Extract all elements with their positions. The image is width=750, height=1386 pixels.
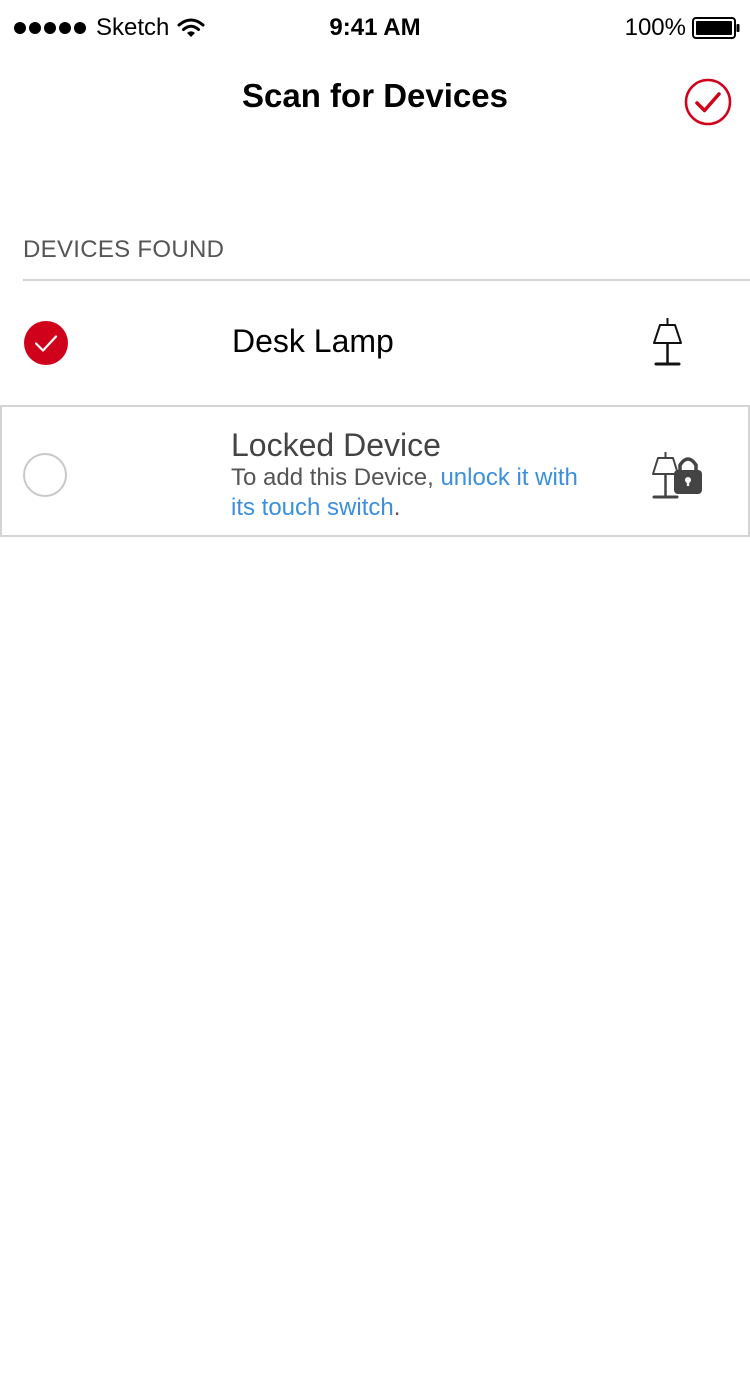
unlock-hint: To add this Device, unlock it with its t… [231,463,591,523]
unlock-hint-prefix: To add this Device, [231,464,441,491]
lamp-lock-icon [648,451,708,503]
battery-percentage: 100% [624,14,686,41]
battery-icon [692,17,740,39]
checkmark-icon [34,335,58,352]
unselected-checkbox[interactable] [23,453,67,497]
device-row-locked-device[interactable]: Locked Device To add this Device, unlock… [0,405,750,537]
unlock-hint-suffix: . [393,494,401,521]
page-title: Scan for Devices [242,77,508,114]
device-name: Locked Device [231,427,441,463]
status-bar: Sketch 9:41 AM 100% [0,0,750,56]
selected-checkbox[interactable] [24,321,68,365]
navigation-bar: Scan for Devices [0,56,750,140]
done-button[interactable] [684,78,732,126]
section-header: DEVICES FOUND [23,236,225,263]
lamp-icon [648,317,688,369]
status-bar-right: 100% [625,14,740,42]
checkmark-circle-icon [684,78,732,126]
device-name: Desk Lamp [232,323,394,359]
device-row-desk-lamp[interactable]: Desk Lamp [0,281,750,405]
